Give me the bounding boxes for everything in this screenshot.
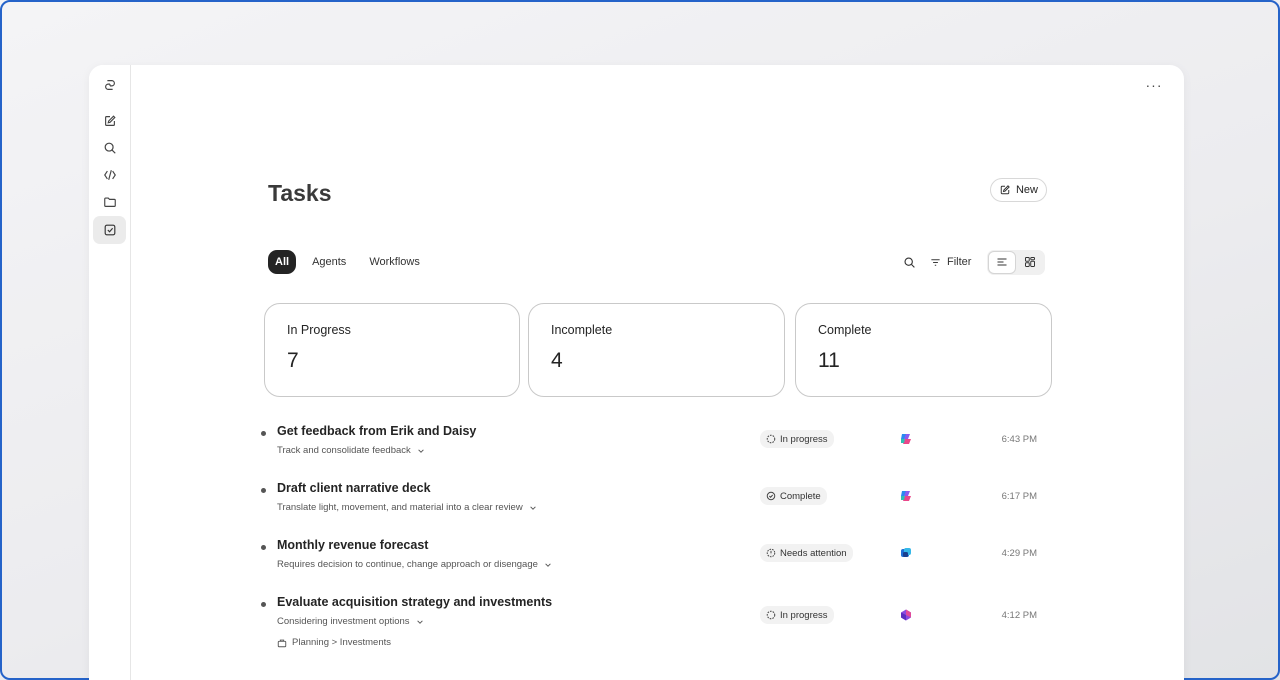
list-view-icon xyxy=(997,258,1007,266)
search-icon xyxy=(903,256,915,268)
task-subtitle-toggle[interactable]: Translate light, movement, and material … xyxy=(277,502,537,513)
grid-view-icon xyxy=(1025,257,1036,267)
summary-card-incomplete[interactable]: Incomplete 4 xyxy=(528,303,785,397)
copilot-icon xyxy=(901,491,911,501)
task-title: Monthly revenue forecast xyxy=(277,538,429,552)
progress-circle-icon xyxy=(766,610,776,620)
new-task-button[interactable]: New xyxy=(990,178,1047,202)
researcher-agent-icon xyxy=(901,609,911,621)
code-icon[interactable] xyxy=(93,161,126,189)
progress-circle-icon xyxy=(766,434,776,444)
task-time: 6:43 PM xyxy=(1001,434,1037,445)
bullet-icon xyxy=(261,431,266,436)
search-icon[interactable] xyxy=(93,134,126,162)
task-tabs: All Agents Workflows xyxy=(268,250,436,274)
more-options-button[interactable]: ··· xyxy=(1144,77,1164,93)
tasks-checkbox-icon[interactable] xyxy=(93,216,126,244)
tab-agents[interactable]: Agents xyxy=(305,250,353,274)
project-icon xyxy=(277,639,287,647)
status-text: In progress xyxy=(780,433,828,445)
task-subtitle: Translate light, movement, and material … xyxy=(277,502,523,513)
task-subtitle: Considering investment options xyxy=(277,616,410,627)
task-row[interactable]: Monthly revenue forecast Requires decisi… xyxy=(261,538,1051,574)
task-row[interactable]: Get feedback from Erik and Daisy Track a… xyxy=(261,424,1051,460)
copilot-icon xyxy=(901,434,911,444)
task-row[interactable]: Draft client narrative deck Translate li… xyxy=(261,481,1051,517)
task-row[interactable]: Evaluate acquisition strategy and invest… xyxy=(261,595,1051,651)
bullet-icon xyxy=(261,545,266,550)
status-text: Needs attention xyxy=(780,547,847,559)
card-label: In Progress xyxy=(287,323,351,337)
alert-circle-icon xyxy=(766,548,776,558)
tab-all[interactable]: All xyxy=(268,250,297,274)
task-time: 4:29 PM xyxy=(1001,548,1037,559)
task-subtitle-toggle[interactable]: Track and consolidate feedback xyxy=(277,445,425,456)
page-title: Tasks xyxy=(268,180,332,206)
task-subtitle-toggle[interactable]: Requires decision to continue, change ap… xyxy=(277,559,552,570)
summary-card-complete[interactable]: Complete 11 xyxy=(795,303,1052,397)
filter-label: Filter xyxy=(947,256,972,268)
task-breadcrumb[interactable]: Planning > Investments xyxy=(277,637,391,648)
list-toolbar: Filter xyxy=(900,249,1046,275)
app-window: ··· Tasks New All Agents Workflows Filte… xyxy=(89,65,1184,680)
task-subtitle-toggle[interactable]: Considering investment options xyxy=(277,616,424,627)
task-title: Draft client narrative deck xyxy=(277,481,431,495)
summary-card-in-progress[interactable]: In Progress 7 xyxy=(264,303,520,397)
chevron-down-icon xyxy=(529,505,536,510)
card-count: 7 xyxy=(287,349,299,372)
card-label: Incomplete xyxy=(551,323,613,337)
status-text: In progress xyxy=(780,609,828,621)
grid-view-button[interactable] xyxy=(1016,251,1044,274)
status-badge: Complete xyxy=(760,487,827,505)
tab-workflows[interactable]: Workflows xyxy=(362,250,427,274)
sidebar-rail xyxy=(89,65,131,680)
status-badge: Needs attention xyxy=(760,544,853,562)
filter-button[interactable]: Filter xyxy=(930,256,971,268)
analyst-agent-icon xyxy=(901,548,911,557)
task-subtitle: Track and consolidate feedback xyxy=(277,445,411,456)
task-title: Get feedback from Erik and Daisy xyxy=(277,424,477,438)
bullet-icon xyxy=(261,602,266,607)
bullet-icon xyxy=(261,488,266,493)
compose-icon xyxy=(1000,185,1010,195)
new-chat-icon[interactable] xyxy=(93,107,126,135)
task-title: Evaluate acquisition strategy and invest… xyxy=(277,595,553,609)
folder-icon[interactable] xyxy=(93,188,126,216)
copilot-logo-icon[interactable] xyxy=(93,71,126,99)
status-badge: In progress xyxy=(760,606,834,624)
card-label: Complete xyxy=(818,323,872,337)
card-count: 11 xyxy=(818,349,840,372)
chevron-down-icon xyxy=(545,562,551,567)
view-toggle xyxy=(987,249,1046,275)
new-button-label: New xyxy=(1015,184,1038,196)
card-count: 4 xyxy=(551,349,563,372)
task-time: 6:17 PM xyxy=(1001,491,1037,502)
chevron-down-icon xyxy=(418,448,424,453)
status-text: Complete xyxy=(780,490,821,502)
status-badge: In progress xyxy=(760,430,834,448)
check-circle-icon xyxy=(766,491,776,501)
task-time: 4:12 PM xyxy=(1001,610,1037,621)
task-subtitle: Requires decision to continue, change ap… xyxy=(277,559,538,570)
chevron-down-icon xyxy=(416,619,423,624)
list-view-button[interactable] xyxy=(988,250,1017,274)
filter-icon xyxy=(931,258,940,266)
breadcrumb-text: Planning > Investments xyxy=(292,637,392,648)
search-tasks-button[interactable] xyxy=(900,253,918,271)
